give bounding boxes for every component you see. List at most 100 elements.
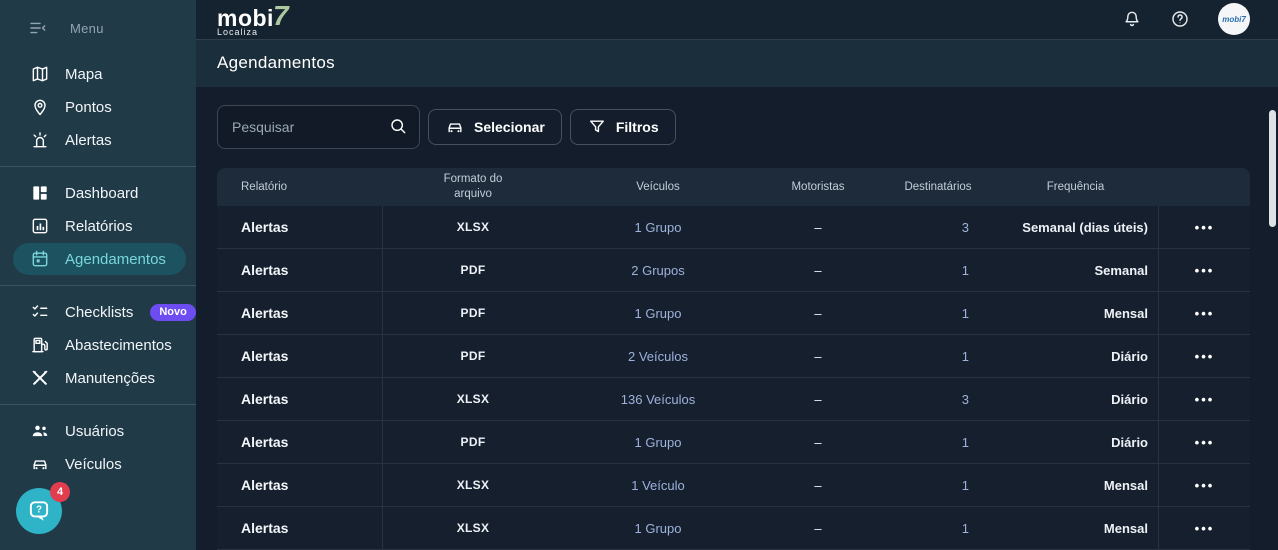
cell-frequencia: Diário <box>993 349 1158 364</box>
table-row[interactable]: AlertasPDF1 Grupo–1Mensal••• <box>217 292 1250 335</box>
cell-destinatarios-link[interactable]: 3 <box>883 220 993 235</box>
help-icon <box>1170 9 1190 29</box>
sidebar-item-checklists[interactable]: ChecklistsNovo <box>13 296 186 328</box>
column-header-veiculos: Veículos <box>563 180 753 195</box>
cell-destinatarios-link[interactable]: 1 <box>883 306 993 321</box>
cell-veiculos-link[interactable]: 1 Grupo <box>563 220 753 235</box>
cell-veiculos-link[interactable]: 2 Grupos <box>563 263 753 278</box>
cell-destinatarios-link[interactable]: 1 <box>883 263 993 278</box>
sidebar-item-label: Pontos <box>65 99 112 116</box>
cell-veiculos-link[interactable]: 1 Grupo <box>563 306 753 321</box>
vehicle-icon <box>445 117 465 137</box>
sidebar-item-usuarios[interactable]: Usuários <box>13 415 186 447</box>
select-vehicles-button[interactable]: Selecionar <box>428 109 562 145</box>
cell-motoristas: – <box>753 392 883 407</box>
table-row[interactable]: AlertasPDF2 Grupos–1Semanal••• <box>217 249 1250 292</box>
row-menu-button[interactable]: ••• <box>1189 259 1221 282</box>
cell-relatorio: Alertas <box>217 206 383 248</box>
filter-icon <box>587 117 607 137</box>
page-title: Agendamentos <box>217 53 335 73</box>
row-menu-button[interactable]: ••• <box>1189 517 1221 540</box>
menu-label: Menu <box>70 21 104 36</box>
table-row[interactable]: AlertasXLSX136 Veículos–3Diário••• <box>217 378 1250 421</box>
cell-veiculos-link[interactable]: 136 Veículos <box>563 392 753 407</box>
cell-frequencia: Mensal <box>993 478 1158 493</box>
filters-button[interactable]: Filtros <box>570 109 676 145</box>
svg-text:?: ? <box>36 505 42 516</box>
cell-formato: XLSX <box>383 521 563 535</box>
table-row[interactable]: AlertasPDF1 Grupo–1Diário••• <box>217 421 1250 464</box>
cell-destinatarios-link[interactable]: 1 <box>883 478 993 493</box>
row-menu-button[interactable]: ••• <box>1189 474 1221 497</box>
vertical-scrollbar-thumb[interactable] <box>1269 110 1276 227</box>
logo-seven: 7 <box>273 2 289 30</box>
cell-relatorio: Alertas <box>217 378 383 420</box>
sidebar-item-relatorios[interactable]: Relatórios <box>13 210 186 242</box>
cell-destinatarios-link[interactable]: 1 <box>883 521 993 536</box>
cell-frequencia: Diário <box>993 435 1158 450</box>
cell-destinatarios-link[interactable]: 1 <box>883 435 993 450</box>
cell-motoristas: – <box>753 220 883 235</box>
table-row[interactable]: AlertasXLSX1 Grupo–1Mensal••• <box>217 507 1250 550</box>
menu-toggle[interactable]: Menu <box>0 12 196 48</box>
notifications-button[interactable] <box>1122 9 1142 29</box>
sidebar-item-label: Mapa <box>65 66 103 83</box>
cell-destinatarios-link[interactable]: 1 <box>883 349 993 364</box>
cell-frequencia: Diário <box>993 392 1158 407</box>
bell-icon <box>1122 9 1142 29</box>
avatar-label: mobi7 <box>1222 15 1246 24</box>
row-menu-button[interactable]: ••• <box>1189 388 1221 411</box>
help-button[interactable] <box>1170 9 1190 29</box>
sidebar-item-abastecimentos[interactable]: Abastecimentos <box>13 329 186 361</box>
cell-frequencia: Mensal <box>993 521 1158 536</box>
cell-relatorio: Alertas <box>217 335 383 377</box>
toolbar: Selecionar Filtros <box>217 105 1250 149</box>
table-row[interactable]: AlertasXLSX1 Veículo–1Mensal••• <box>217 464 1250 507</box>
cell-relatorio: Alertas <box>217 464 383 506</box>
sidebar-item-alertas[interactable]: Alertas <box>13 124 186 156</box>
sidebar-item-manutencoes[interactable]: Manutenções <box>13 362 186 394</box>
sidebar-item-label: Dashboard <box>65 185 138 202</box>
car-icon <box>30 454 50 474</box>
sidebar-item-label: Checklists <box>65 304 133 321</box>
sidebar-item-label: Usuários <box>65 423 124 440</box>
cell-formato: PDF <box>383 349 563 363</box>
row-menu-button[interactable]: ••• <box>1189 345 1221 368</box>
app-logo[interactable]: mobi 7 Localiza <box>217 2 289 37</box>
cell-destinatarios-link[interactable]: 3 <box>883 392 993 407</box>
cell-veiculos-link[interactable]: 1 Grupo <box>563 521 753 536</box>
cell-formato: XLSX <box>383 220 563 234</box>
cell-relatorio: Alertas <box>217 421 383 463</box>
search-input[interactable] <box>217 105 420 149</box>
cell-veiculos-link[interactable]: 1 Grupo <box>563 435 753 450</box>
sidebar-item-veiculos[interactable]: Veículos <box>13 448 186 480</box>
user-avatar[interactable]: mobi7 <box>1218 3 1250 35</box>
cell-motoristas: – <box>753 478 883 493</box>
cell-veiculos-link[interactable]: 2 Veículos <box>563 349 753 364</box>
title-band: Agendamentos <box>196 40 1278 87</box>
column-header-destinatarios: Destinatários <box>883 180 993 195</box>
help-notification-badge: 4 <box>50 482 70 502</box>
cell-frequencia: Mensal <box>993 306 1158 321</box>
table-row[interactable]: AlertasPDF2 Veículos–1Diário••• <box>217 335 1250 378</box>
fuel-icon <box>30 335 50 355</box>
sidebar-item-pontos[interactable]: Pontos <box>13 91 186 123</box>
row-menu-button[interactable]: ••• <box>1189 216 1221 239</box>
calendar-icon <box>30 249 50 269</box>
topbar: mobi 7 Localiza mobi7 <box>196 0 1278 40</box>
checklist-icon <box>30 302 50 322</box>
dashboard-icon <box>30 183 50 203</box>
column-header-relatorio: Relatório <box>217 180 383 195</box>
row-menu-button[interactable]: ••• <box>1189 302 1221 325</box>
sidebar-item-mapa[interactable]: Mapa <box>13 58 186 90</box>
sidebar-item-label: Alertas <box>65 132 112 149</box>
row-menu-button[interactable]: ••• <box>1189 431 1221 454</box>
cell-veiculos-link[interactable]: 1 Veículo <box>563 478 753 493</box>
sidebar-item-dashboard[interactable]: Dashboard <box>13 177 186 209</box>
table-row[interactable]: AlertasXLSX1 Grupo–3Semanal (dias úteis)… <box>217 206 1250 249</box>
logo-subtitle: Localiza <box>217 28 289 37</box>
sidebar-item-agendamentos[interactable]: Agendamentos <box>13 243 186 275</box>
reports-icon <box>30 216 50 236</box>
cell-relatorio: Alertas <box>217 249 383 291</box>
sidebar-item-label: Manutenções <box>65 370 155 387</box>
